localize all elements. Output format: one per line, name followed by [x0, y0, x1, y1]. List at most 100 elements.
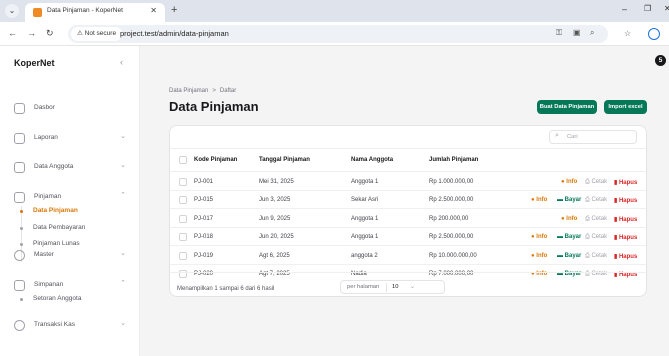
box-icon	[14, 192, 25, 203]
import-excel-button[interactable]: Import excel	[604, 100, 647, 114]
row-divider	[170, 171, 646, 172]
hapus-action[interactable]: ▮ Hapus	[614, 197, 637, 204]
cell-jumlah: Rp 200.000,00	[429, 215, 469, 222]
sidebar: KoperNet ‹ Dasbor Laporan ⌄ Data Anggota…	[0, 46, 140, 356]
money-icon	[14, 320, 25, 331]
bayar-action[interactable]: ▬ Bayar	[557, 253, 581, 259]
cell-jumlah: Rp 1.000.000,00	[429, 178, 474, 185]
search-input[interactable]: ⌕ Cari	[549, 130, 637, 144]
window-close-icon[interactable]: ✕	[664, 4, 669, 13]
per-page-select[interactable]: per halaman 10 ⌄	[340, 280, 445, 294]
row-divider	[170, 208, 646, 209]
divider	[170, 148, 646, 149]
hapus-action[interactable]: ▮ Hapus	[614, 253, 637, 260]
profile-icon[interactable]	[648, 28, 660, 40]
chevron-down-icon: ⌄	[410, 284, 416, 290]
cetak-action[interactable]: ⎙ Cetak	[585, 216, 607, 223]
cetak-action[interactable]: ⎙ Cetak	[585, 179, 607, 186]
home-icon	[14, 103, 25, 114]
tab-search-icon[interactable]: ⌄	[5, 4, 19, 18]
sidebar-item-pinjaman[interactable]: Pinjaman ⌃	[14, 191, 126, 205]
row-checkbox[interactable]	[179, 196, 187, 204]
sidebar-item-master[interactable]: Master ⌄	[14, 249, 126, 263]
breadcrumb-separator: >	[212, 88, 216, 94]
sidebar-item-data-anggota[interactable]: Data Anggota ⌄	[14, 161, 126, 175]
cell-tanggal: Jun 20, 2025	[259, 234, 294, 240]
cell-tanggal: Agt 6, 2025	[259, 252, 290, 259]
sidebar-item-laporan[interactable]: Laporan ⌄	[14, 132, 126, 146]
select-all-checkbox[interactable]	[179, 156, 187, 164]
row-divider	[170, 189, 646, 191]
security-indicator[interactable]: ⚠ Not secure	[71, 27, 123, 41]
info-action[interactable]: ● Info	[531, 234, 547, 240]
address-bar[interactable]: ⚠ Not secure project.test/admin/data-pin…	[68, 25, 608, 43]
cell-kode: PJ-015	[194, 197, 214, 203]
chevron-down-icon: ⌄	[120, 320, 126, 327]
cell-jumlah: Rp 2.500.000,00	[429, 197, 474, 203]
restore-icon[interactable]: ❐	[644, 4, 651, 13]
cetak-action[interactable]: ⎙ Cetak	[585, 253, 607, 260]
cell-nama: anggota 2	[351, 252, 378, 259]
browser-toolbar: ← → ↻ ⚠ Not secure project.test/admin/da…	[0, 22, 669, 46]
reload-icon[interactable]: ↻	[46, 27, 54, 39]
sidebar-item-dasbor[interactable]: Dasbor	[14, 102, 126, 116]
column-header-nama[interactable]: Nama Anggota	[351, 157, 393, 163]
cell-nama: Anggota 1	[351, 178, 379, 185]
column-header-kode[interactable]: Kode Pinjaman	[194, 157, 237, 163]
gear-icon	[14, 250, 25, 261]
url-text[interactable]: project.test/admin/data-pinjaman	[120, 29, 229, 38]
sidebar-item-simpanan[interactable]: Simpanan ⌃	[14, 279, 126, 293]
info-action[interactable]: ● Info	[561, 179, 577, 185]
notification-badge[interactable]: 5	[655, 55, 666, 66]
info-action[interactable]: ● Info	[561, 216, 577, 222]
brand-logo[interactable]: KoperNet	[14, 58, 55, 68]
sidebar-item-transaksi-kas[interactable]: Transaksi Kas ⌄	[14, 319, 126, 333]
chevron-up-icon: ⌃	[120, 280, 126, 287]
password-key-icon[interactable]: ⚿	[556, 28, 562, 38]
collapse-sidebar-icon[interactable]: ‹	[120, 57, 123, 67]
back-arrow-icon[interactable]: ←	[8, 27, 17, 39]
cell-jumlah: Rp 10.000.000,00	[429, 252, 477, 259]
page-title: Data Pinjaman	[169, 99, 259, 114]
row-checkbox[interactable]	[179, 233, 187, 241]
cell-kode: PJ-001	[194, 178, 214, 185]
document-icon	[14, 133, 25, 144]
hapus-action[interactable]: ▮ Hapus	[614, 234, 637, 241]
close-icon[interactable]: ✕	[150, 6, 157, 15]
divider	[170, 272, 646, 273]
bookmark-star-icon[interactable]: ☆	[624, 29, 631, 38]
column-header-tanggal[interactable]: Tanggal Pinjaman	[259, 157, 310, 163]
bayar-action[interactable]: ▬ Bayar	[557, 234, 581, 240]
info-action[interactable]: ● Info	[531, 197, 547, 203]
create-loan-button[interactable]: Buat Data Pinjaman	[537, 100, 597, 114]
bayar-action[interactable]: ▬ Bayar	[557, 197, 581, 203]
zoom-icon[interactable]: ⌕	[590, 28, 594, 38]
breadcrumb-item[interactable]: Data Pinjaman	[169, 88, 208, 94]
cell-tanggal: Jun 3, 2025	[259, 197, 291, 203]
cell-nama: Sekar Asri	[351, 197, 379, 203]
hapus-action[interactable]: ▮ Hapus	[614, 179, 637, 186]
row-checkbox[interactable]	[179, 251, 187, 260]
forward-arrow-icon[interactable]: →	[27, 27, 36, 39]
cell-tanggal: Jun 9, 2025	[259, 215, 291, 222]
translate-icon[interactable]: ▣	[573, 28, 581, 37]
cell-jumlah: Rp 2.500.000,00	[429, 234, 474, 240]
chevron-down-icon: ⌄	[120, 162, 126, 169]
cetak-action[interactable]: ⎙ Cetak	[585, 197, 607, 204]
row-checkbox[interactable]	[179, 177, 187, 186]
browser-tab[interactable]: Data Pinjaman - KoperNet ✕	[25, 3, 165, 22]
column-header-jumlah[interactable]: Jumlah Pinjaman	[429, 157, 478, 163]
chevron-up-icon: ⌃	[120, 192, 126, 199]
row-checkbox[interactable]	[179, 214, 187, 223]
tab-title: Data Pinjaman - KoperNet	[47, 7, 123, 14]
cetak-action[interactable]: ⎙ Cetak	[585, 234, 607, 241]
row-divider	[170, 263, 646, 265]
minimize-icon[interactable]: –	[622, 4, 627, 14]
per-page-label: per halaman	[347, 284, 380, 290]
cell-nama: Anggota 1	[351, 234, 379, 240]
cell-kode: PJ-018	[194, 234, 214, 240]
new-tab-icon[interactable]: +	[171, 4, 177, 16]
hapus-action[interactable]: ▮ Hapus	[614, 216, 637, 223]
info-action[interactable]: ● Info	[531, 253, 547, 259]
search-icon: ⌕	[555, 132, 559, 139]
